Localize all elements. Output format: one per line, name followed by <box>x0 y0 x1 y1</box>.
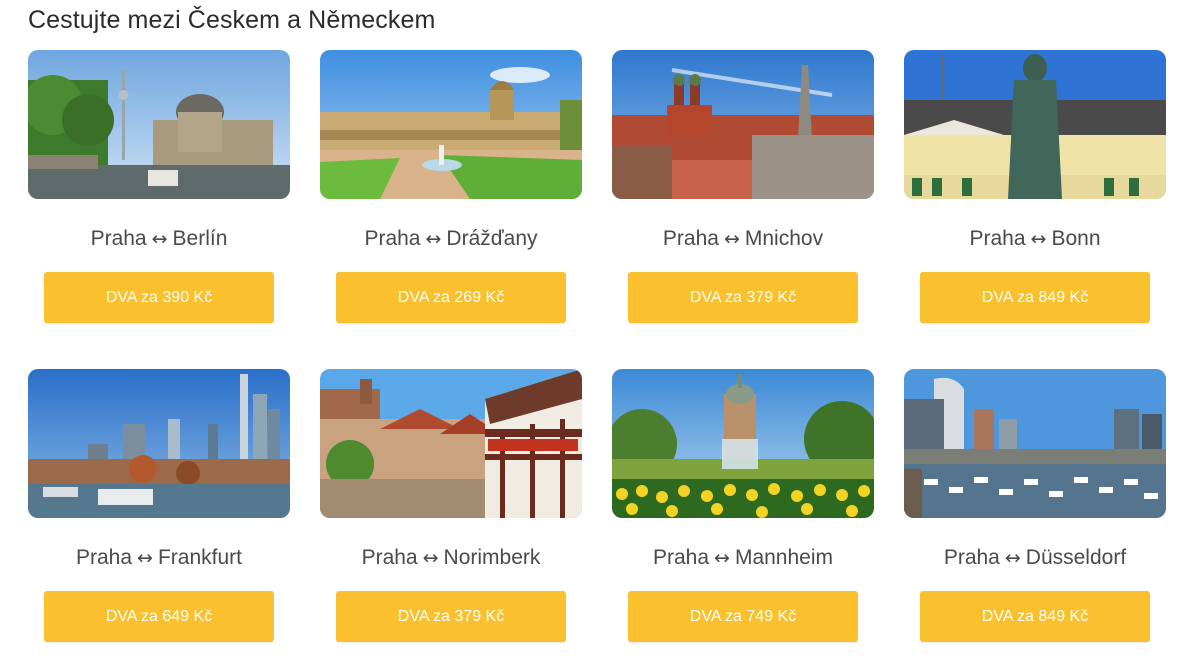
bidirectional-arrow-icon: ↔ <box>151 228 168 250</box>
book-button-frankfurt[interactable]: DVA za 649 Kč <box>44 591 274 642</box>
route-destination: Norimberk <box>443 546 541 569</box>
section-heading: Cestujte mezi Českem a Německem <box>28 6 436 34</box>
route-label: Praha ↔ Drážďany <box>320 222 582 256</box>
route-destination: Düsseldorf <box>1025 546 1127 569</box>
route-origin: Praha <box>969 227 1026 250</box>
destination-photo-mannheim[interactable] <box>612 369 874 518</box>
bidirectional-arrow-icon: ↔ <box>137 547 153 569</box>
destination-card-norimberk: Praha ↔ Norimberk DVA za 379 Kč <box>320 369 582 642</box>
book-button-norimberk[interactable]: DVA za 379 Kč <box>336 591 566 642</box>
route-origin: Praha <box>943 546 1000 569</box>
book-button-mnichov[interactable]: DVA za 379 Kč <box>628 272 858 323</box>
destination-grid: Praha ↔ Berlín DVA za 390 Kč Praha ↔ Drá… <box>28 50 1166 642</box>
route-destination: Mnichov <box>744 227 824 250</box>
destination-photo-norimberk[interactable] <box>320 369 582 518</box>
destination-photo-drazdany[interactable] <box>320 50 582 199</box>
route-origin: Praha <box>361 546 418 569</box>
book-button-bonn[interactable]: DVA za 849 Kč <box>920 272 1150 323</box>
book-button-drazdany[interactable]: DVA za 269 Kč <box>336 272 566 323</box>
route-origin: Praha <box>364 227 421 250</box>
route-destination: Bonn <box>1051 227 1101 250</box>
bidirectional-arrow-icon: ↔ <box>723 228 740 250</box>
destination-photo-berlin[interactable] <box>28 50 290 199</box>
route-label: Praha ↔ Düsseldorf <box>904 541 1166 575</box>
route-destination: Berlín <box>172 227 228 250</box>
bidirectional-arrow-icon: ↔ <box>714 547 730 569</box>
route-origin: Praha <box>76 546 133 569</box>
destination-card-mnichov: Praha ↔ Mnichov DVA za 379 Kč <box>612 50 874 323</box>
route-label: Praha ↔ Norimberk <box>320 541 582 575</box>
route-label: Praha ↔ Berlín <box>28 222 290 256</box>
destination-photo-mnichov[interactable] <box>612 50 874 199</box>
destination-photo-bonn[interactable] <box>904 50 1166 199</box>
destination-card-bonn: Praha ↔ Bonn DVA za 849 Kč <box>904 50 1166 323</box>
route-destination: Drážďany <box>446 227 538 250</box>
destination-card-berlin: Praha ↔ Berlín DVA za 390 Kč <box>28 50 290 323</box>
route-origin: Praha <box>662 227 719 250</box>
book-button-mannheim[interactable]: DVA za 749 Kč <box>628 591 858 642</box>
destination-photo-dusseldorf[interactable] <box>904 369 1166 518</box>
destination-card-drazdany: Praha ↔ Drážďany DVA za 269 Kč <box>320 50 582 323</box>
route-origin: Praha <box>652 546 710 569</box>
bidirectional-arrow-icon: ↔ <box>1004 547 1021 569</box>
route-origin: Praha <box>90 227 147 250</box>
destination-card-mannheim: Praha ↔ Mannheim DVA za 749 Kč <box>612 369 874 642</box>
bidirectional-arrow-icon: ↔ <box>425 228 442 250</box>
route-label: Praha ↔ Mannheim <box>612 541 874 575</box>
route-label: Praha ↔ Frankfurt <box>28 541 290 575</box>
destination-photo-frankfurt[interactable] <box>28 369 290 518</box>
bidirectional-arrow-icon: ↔ <box>1030 228 1047 250</box>
book-button-dusseldorf[interactable]: DVA za 849 Kč <box>920 591 1150 642</box>
route-label: Praha ↔ Bonn <box>904 222 1166 256</box>
page: Cestujte mezi Českem a Německem Praha ↔ … <box>0 0 1186 657</box>
destination-card-frankfurt: Praha ↔ Frankfurt DVA za 649 Kč <box>28 369 290 642</box>
book-button-berlin[interactable]: DVA za 390 Kč <box>44 272 274 323</box>
destination-card-dusseldorf: Praha ↔ Düsseldorf DVA za 849 Kč <box>904 369 1166 642</box>
route-destination: Mannheim <box>734 546 834 569</box>
route-label: Praha ↔ Mnichov <box>612 222 874 256</box>
route-destination: Frankfurt <box>157 546 242 569</box>
bidirectional-arrow-icon: ↔ <box>422 547 439 569</box>
